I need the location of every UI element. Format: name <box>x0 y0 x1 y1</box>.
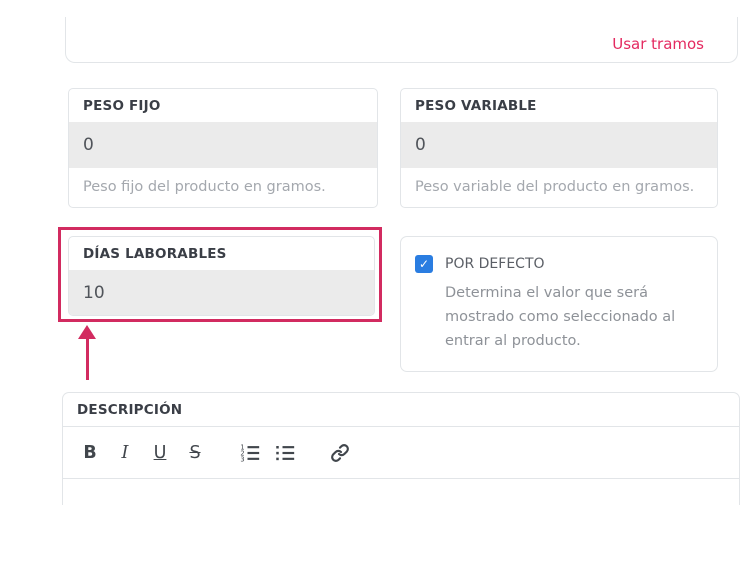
field-group-peso-variable: PESO VARIABLE 0 Peso variable del produc… <box>400 88 718 208</box>
arrow-up-shaft <box>86 338 89 380</box>
dias-laborables-input[interactable]: 10 <box>69 270 374 315</box>
editor-content-area[interactable] <box>63 479 739 504</box>
por-defecto-row: ✓ POR DEFECTO <box>415 255 703 273</box>
bold-button[interactable]: B <box>75 435 105 471</box>
descripcion-panel: DESCRIPCIÓN B I U S 1 2 3 <box>62 392 740 505</box>
field-group-dias-laborables: DÍAS LABORABLES 10 <box>68 236 375 316</box>
por-defecto-helper: Determina el valor que será mostrado com… <box>445 281 713 353</box>
svg-text:3: 3 <box>240 455 244 463</box>
ordered-list-button[interactable]: 1 2 3 <box>235 435 265 471</box>
ordered-list-icon: 1 2 3 <box>240 443 260 463</box>
use-ranges-link[interactable]: Usar tramos <box>612 35 704 53</box>
por-defecto-checkbox[interactable]: ✓ <box>415 255 433 273</box>
link-button[interactable] <box>325 435 355 471</box>
italic-button[interactable]: I <box>110 435 140 471</box>
peso-fijo-input[interactable]: 0 <box>69 122 377 168</box>
link-icon <box>330 443 350 463</box>
checkmark-icon: ✓ <box>419 257 429 271</box>
strikethrough-button[interactable]: S <box>180 435 210 471</box>
editor-toolbar: B I U S 1 2 3 <box>63 427 739 479</box>
peso-fijo-label: PESO FIJO <box>69 89 377 122</box>
por-defecto-label: POR DEFECTO <box>445 256 545 272</box>
field-group-peso-fijo: PESO FIJO 0 Peso fijo del producto en gr… <box>68 88 378 208</box>
por-defecto-card: ✓ POR DEFECTO Determina el valor que ser… <box>400 236 718 372</box>
arrow-up-icon <box>78 325 96 339</box>
unordered-list-button[interactable] <box>270 435 300 471</box>
peso-variable-helper: Peso variable del producto en gramos. <box>401 168 717 207</box>
top-panel: Usar tramos <box>65 17 738 63</box>
dias-laborables-label: DÍAS LABORABLES <box>69 237 374 270</box>
descripcion-label: DESCRIPCIÓN <box>63 393 739 427</box>
peso-fijo-helper: Peso fijo del producto en gramos. <box>69 168 377 207</box>
unordered-list-icon <box>275 443 295 463</box>
underline-button[interactable]: U <box>145 435 175 471</box>
peso-variable-input[interactable]: 0 <box>401 122 717 168</box>
peso-variable-label: PESO VARIABLE <box>401 89 717 122</box>
